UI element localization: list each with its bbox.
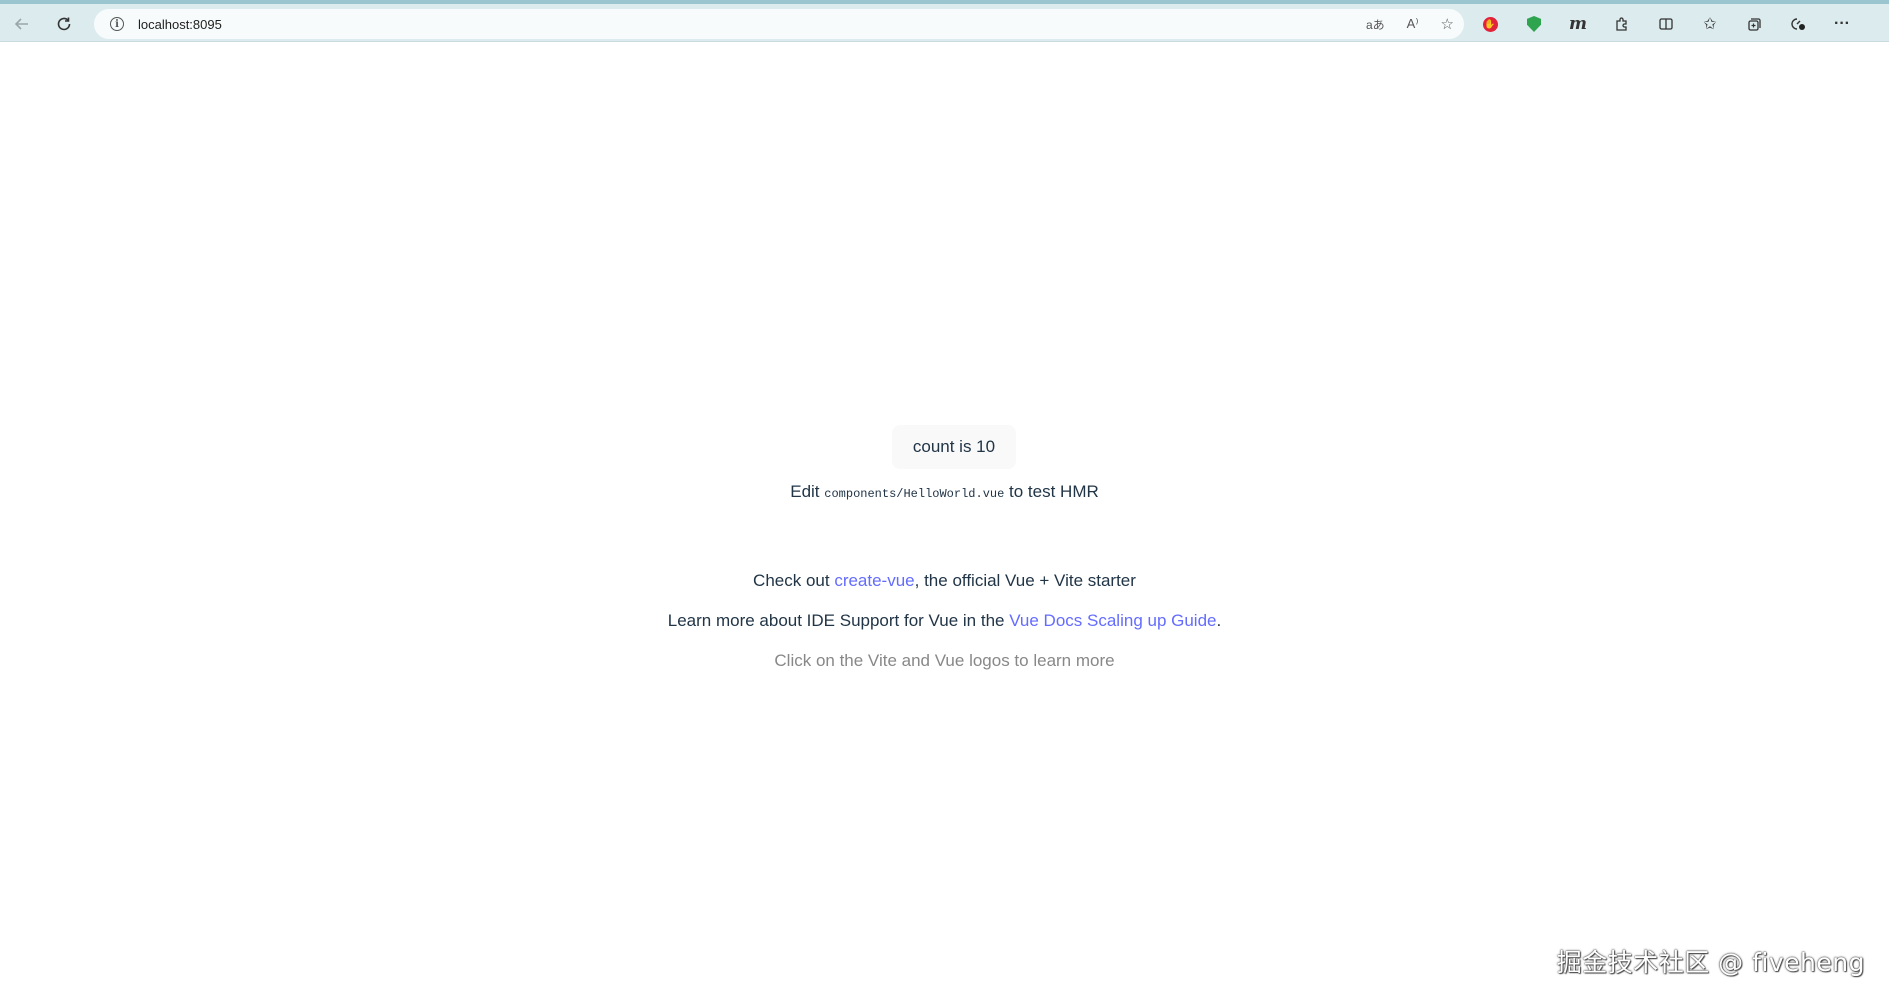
translate-icon[interactable]: aあ — [1366, 16, 1385, 33]
learn-prefix: Learn more about IDE Support for Vue in … — [667, 611, 1010, 630]
page-content: count is 10 Edit components/HelloWorld.v… — [0, 42, 1889, 1005]
edit-code: components/HelloWorld.vue — [824, 487, 1005, 501]
more-menu-icon[interactable]: ··· — [1830, 12, 1854, 36]
back-arrow-icon[interactable] — [8, 10, 36, 38]
learn-suffix: . — [1216, 611, 1222, 630]
count-button[interactable]: count is 10 — [892, 425, 1016, 469]
adblock-shield-icon[interactable]: ✋ — [1478, 12, 1502, 36]
create-vue-link[interactable]: create-vue — [834, 571, 914, 590]
green-shield-icon[interactable] — [1522, 12, 1546, 36]
edit-prefix: Edit — [790, 482, 825, 501]
split-screen-icon[interactable] — [1654, 12, 1678, 36]
m-extension-icon[interactable]: m — [1566, 12, 1590, 36]
url-text[interactable]: localhost:8095 — [138, 17, 222, 32]
puzzle-extensions-icon[interactable] — [1610, 12, 1634, 36]
collections-icon[interactable] — [1742, 12, 1766, 36]
read-aloud-icon[interactable]: A⁾ — [1407, 16, 1419, 32]
performance-icon[interactable] — [1786, 12, 1810, 36]
browser-toolbar: i localhost:8095 aあ A⁾ ☆ ✋ m ✩ ··· — [0, 0, 1889, 42]
edit-suffix: to test HMR — [1004, 482, 1099, 501]
edit-hint: Edit components/HelloWorld.vue to test H… — [0, 482, 1889, 502]
read-the-docs: Click on the Vite and Vue logos to learn… — [774, 651, 1115, 670]
star-icon[interactable]: ☆ — [1441, 15, 1454, 33]
favorites-icon[interactable]: ✩ — [1698, 12, 1722, 36]
info-icon[interactable]: i — [110, 17, 124, 31]
watermark: 掘金技术社区 @ fiveheng — [1556, 948, 1865, 977]
refresh-icon[interactable] — [50, 10, 78, 38]
checkout-prefix: Check out — [753, 571, 835, 590]
learn-more-line: Learn more about IDE Support for Vue in … — [0, 611, 1889, 631]
address-bar[interactable]: i localhost:8095 aあ A⁾ ☆ — [94, 9, 1464, 39]
checkout-suffix: , the official Vue + Vite starter — [914, 571, 1136, 590]
vue-docs-link[interactable]: Vue Docs Scaling up Guide — [1009, 611, 1216, 630]
checkout-line: Check out create-vue, the official Vue +… — [0, 571, 1889, 591]
